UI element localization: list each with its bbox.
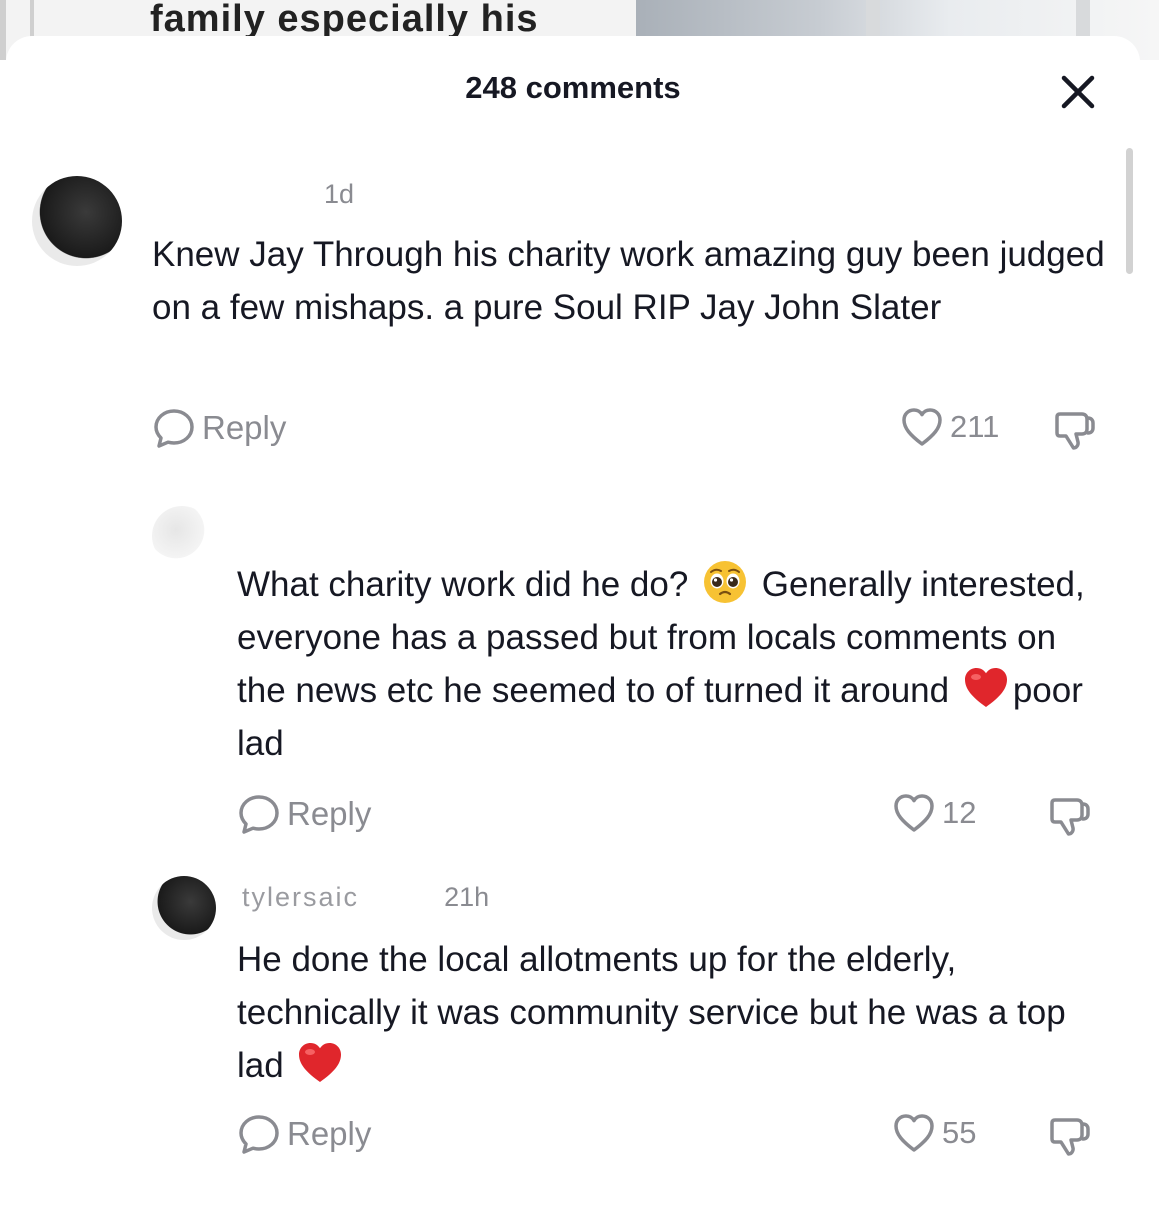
speech-bubble-icon (239, 1115, 279, 1154)
background-headline: family especially his (150, 0, 539, 40)
avatar[interactable] (152, 876, 216, 940)
comment-meta: tylersaic 21h (242, 882, 489, 913)
like-button[interactable]: 211 (900, 406, 999, 448)
red-heart-emoji (964, 668, 1007, 707)
like-button[interactable]: 12 (892, 792, 976, 834)
thumbs-down-icon (1050, 1118, 1090, 1156)
comment-meta: 1d (324, 179, 354, 210)
dislike-button[interactable] (1047, 1114, 1093, 1163)
heart-icon (894, 1114, 934, 1152)
like-button[interactable]: 55 (892, 1112, 976, 1154)
background-divider (0, 0, 6, 60)
comment-text-part: What charity work did he do? (237, 565, 699, 604)
comment-actions: Reply 211 (152, 406, 1112, 452)
speech-bubble-icon (239, 795, 279, 834)
comment-text: Knew Jay Through his charity work amazin… (152, 235, 1105, 327)
username[interactable]: tylersaic (242, 882, 359, 912)
comments-count-title: 248 comments (465, 70, 681, 105)
scrollbar[interactable] (1126, 148, 1133, 274)
reply-button[interactable]: Reply (237, 792, 371, 836)
like-count: 55 (942, 1115, 977, 1150)
comment-actions: Reply 55 (237, 1112, 1107, 1158)
close-button[interactable] (1058, 72, 1098, 112)
comment-text: He done the local allotments up for the … (237, 933, 1117, 1092)
avatar[interactable] (32, 176, 122, 266)
dislike-button[interactable] (1052, 408, 1098, 457)
comment-text-part: He done the local allotments up for the … (237, 940, 1066, 1085)
comment-text: What charity work did he do? Generally i… (237, 558, 1097, 770)
comments-sheet: 248 comments 1d Knew Jay Through his cha… (6, 36, 1140, 1216)
reply-button[interactable]: Reply (237, 1112, 371, 1156)
comment-timestamp: 21h (444, 882, 490, 912)
like-count: 211 (950, 409, 1000, 444)
thumbs-down-icon (1050, 798, 1090, 836)
reply-label: Reply (287, 795, 372, 832)
reply-button[interactable]: Reply (152, 406, 286, 450)
heart-icon (902, 408, 942, 446)
avatar[interactable] (152, 506, 212, 566)
thumbs-down-icon (1055, 412, 1095, 450)
reply-label: Reply (287, 1115, 372, 1152)
speech-bubble-icon (154, 409, 194, 448)
dislike-button[interactable] (1047, 794, 1093, 843)
close-icon (1061, 75, 1095, 109)
pleading-face-emoji (704, 561, 747, 603)
heart-icon (894, 794, 934, 832)
like-count: 12 (942, 795, 977, 830)
red-heart-emoji (299, 1043, 342, 1082)
comment-actions: Reply 12 (237, 792, 1107, 838)
reply-label: Reply (202, 409, 287, 446)
comment-timestamp: 1d (324, 179, 355, 209)
